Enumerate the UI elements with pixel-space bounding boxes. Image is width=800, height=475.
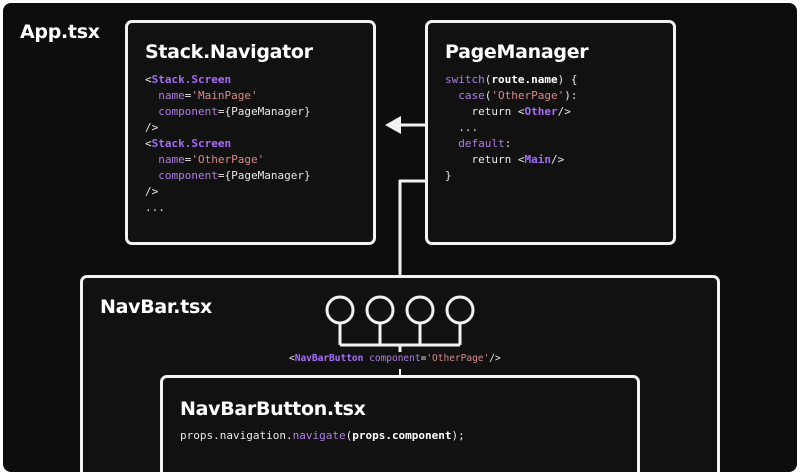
- nav-buttons: [325, 295, 475, 352]
- code-token: component: [369, 353, 421, 364]
- nav-button-icon[interactable]: [365, 295, 395, 325]
- diagram-canvas: App.tsx Stack.Navigator <Stack.Screen na…: [0, 0, 800, 475]
- code-token: NavBarButton: [294, 353, 364, 364]
- nav-button-icon[interactable]: [405, 295, 435, 325]
- connectors: [325, 116, 475, 375]
- nav-button-icon[interactable]: [445, 295, 475, 325]
- arrow-head-icon: [385, 116, 401, 134]
- code-token: 'OtherPage': [426, 353, 490, 364]
- code-token: />: [489, 353, 501, 364]
- app-container: App.tsx Stack.Navigator <Stack.Screen na…: [3, 3, 797, 472]
- navbar-button-label: <NavBarButton component='OtherPage'/>: [289, 353, 501, 365]
- nav-button-icon[interactable]: [325, 295, 355, 325]
